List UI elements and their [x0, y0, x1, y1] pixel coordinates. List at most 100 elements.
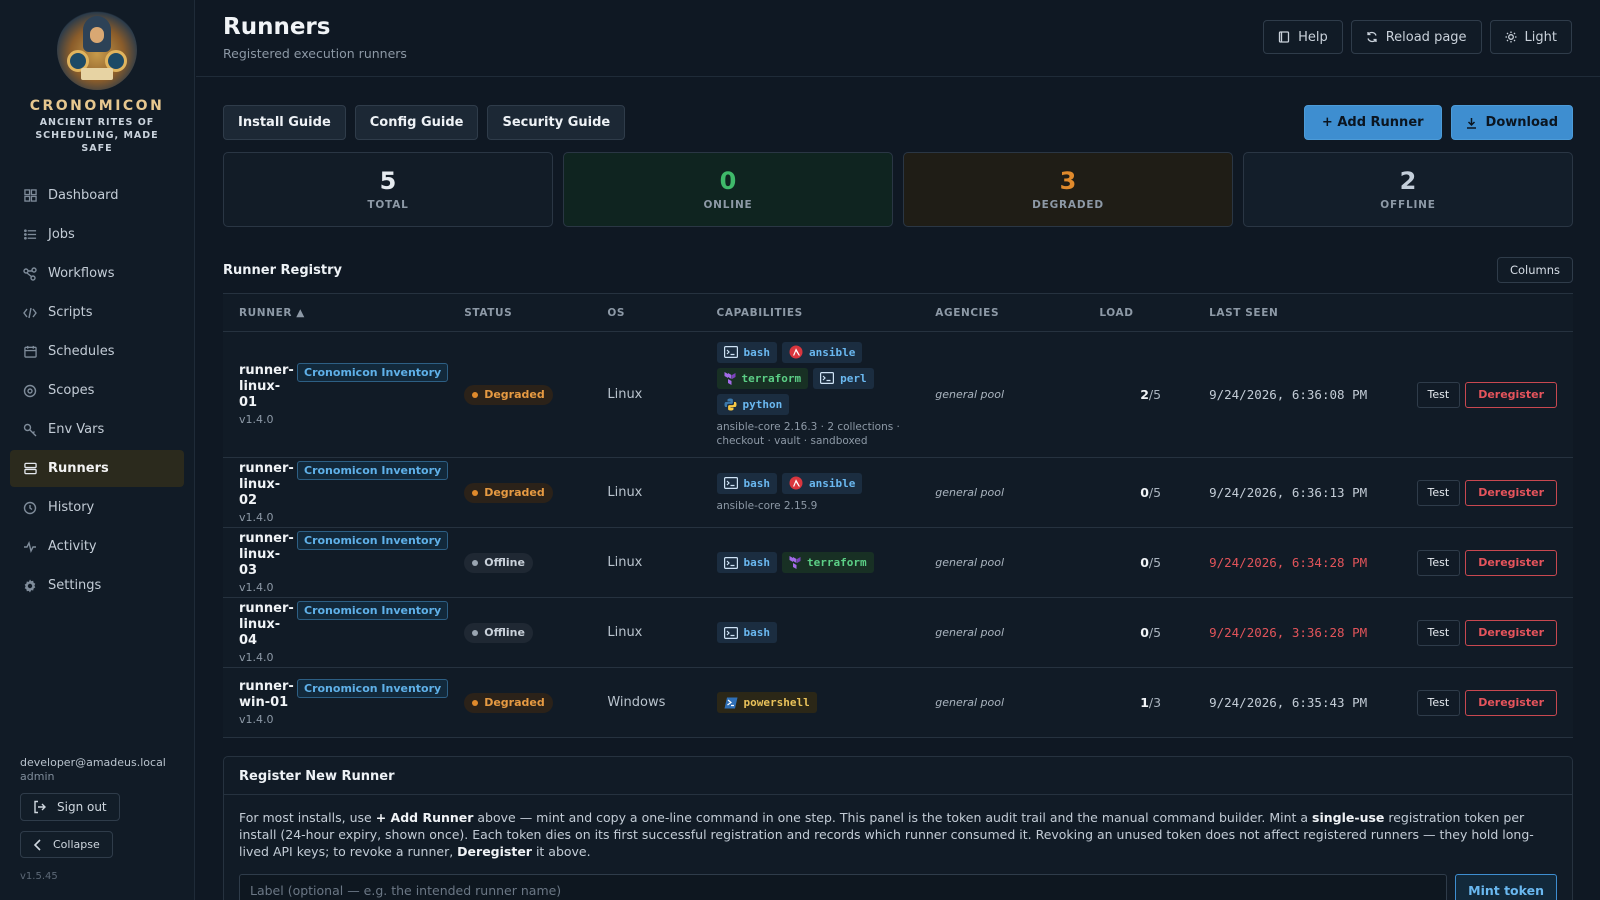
- deregister-button[interactable]: Deregister: [1465, 549, 1557, 576]
- test-button[interactable]: Test: [1416, 619, 1461, 646]
- deregister-button[interactable]: Deregister: [1465, 619, 1557, 646]
- user-role: admin: [20, 770, 55, 783]
- capability-bash: bash: [716, 472, 778, 494]
- col-last-seen[interactable]: LAST SEEN: [1193, 293, 1401, 332]
- sidebar-item-label: History: [48, 500, 95, 515]
- help-button[interactable]: Help: [1263, 20, 1343, 54]
- actions-cell: Test Deregister: [1400, 331, 1573, 458]
- capability-note: ansible-core 2.15.9: [716, 499, 818, 512]
- download-button[interactable]: Download: [1450, 105, 1573, 140]
- bash-icon: [723, 556, 738, 569]
- sign-out-button[interactable]: Sign out: [20, 793, 120, 821]
- status-cell: Offline: [448, 527, 592, 598]
- load-cell: 0/5: [1083, 597, 1194, 668]
- runner-os: Windows: [607, 695, 666, 710]
- security-guide-button[interactable]: Security Guide: [487, 105, 626, 140]
- sidebar-item-label: Settings: [48, 578, 102, 593]
- capability-note: ansible-core 2.16.3 · 2 collections · ch…: [716, 420, 900, 447]
- stat-online-value: 0: [719, 167, 737, 195]
- sidebar-item-schedules[interactable]: Schedules: [10, 333, 184, 370]
- runner-name[interactable]: runner-linux-04: [239, 601, 297, 649]
- token-label-input[interactable]: [239, 874, 1448, 900]
- sidebar-item-scripts[interactable]: Scripts: [10, 294, 184, 331]
- inventory-badge[interactable]: Cronomicon Inventory: [297, 601, 449, 620]
- capabilities-cell: powershell: [700, 667, 920, 738]
- col-capabilities[interactable]: CAPABILITIES: [700, 293, 920, 332]
- sidebar-item-activity[interactable]: Activity: [10, 528, 184, 565]
- register-description: For most installs, use + Add Runner abov…: [239, 810, 1534, 859]
- status-cell: Degraded: [448, 457, 592, 528]
- last-seen-cell: 9/24/2026, 6:36:08 PM: [1193, 331, 1401, 458]
- collapse-label: Collapse: [53, 838, 100, 851]
- ansible-icon: [789, 345, 803, 359]
- runner-version: v1.4.0: [239, 651, 274, 664]
- agencies-cell: general pool: [919, 331, 1084, 458]
- agencies-cell: general pool: [919, 527, 1084, 598]
- sidebar-item-env-vars[interactable]: Env Vars: [10, 411, 184, 448]
- test-button[interactable]: Test: [1416, 381, 1461, 408]
- runner-version: v1.4.0: [239, 713, 274, 726]
- stat-offline-value: 2: [1399, 167, 1417, 195]
- runner-name[interactable]: runner-linux-02: [239, 461, 297, 509]
- sign-out-icon: [33, 800, 47, 814]
- runner-name[interactable]: runner-win-01: [239, 679, 297, 711]
- install-guide-button[interactable]: Install Guide: [223, 105, 346, 140]
- stat-online-label: ONLINE: [703, 199, 753, 211]
- sidebar-item-label: Env Vars: [48, 422, 105, 437]
- capability-terraform: terraform: [782, 552, 874, 573]
- sidebar-item-dashboard[interactable]: Dashboard: [10, 177, 184, 214]
- sidebar-item-label: Activity: [48, 539, 97, 554]
- status-cell: Offline: [448, 597, 592, 668]
- col-agencies[interactable]: AGENCIES: [919, 293, 1084, 332]
- deregister-button[interactable]: Deregister: [1465, 381, 1557, 408]
- agency-label: general pool: [935, 556, 1005, 569]
- sidebar-item-jobs[interactable]: Jobs: [10, 216, 184, 253]
- sidebar-item-label: Schedules: [48, 344, 115, 359]
- inventory-badge[interactable]: Cronomicon Inventory: [297, 679, 449, 698]
- reload-page-button[interactable]: Reload page: [1350, 20, 1482, 54]
- last-seen-time: 9/24/2026, 3:36:28 PM: [1209, 624, 1368, 640]
- add-runner-button[interactable]: + Add Runner: [1303, 105, 1442, 140]
- col-status[interactable]: STATUS: [448, 293, 592, 332]
- download-icon: [1466, 117, 1477, 129]
- table-row: runner-linux-03 v1.4.0 Cronomicon Invent…: [223, 527, 1573, 598]
- col-runner[interactable]: RUNNER ▲: [223, 293, 449, 332]
- runner-load: 0/5: [1140, 554, 1162, 570]
- mint-token-button[interactable]: Mint token: [1455, 874, 1557, 900]
- actions-cell: Test Deregister: [1400, 457, 1573, 528]
- inventory-badge[interactable]: Cronomicon Inventory: [297, 363, 449, 382]
- sidebar-item-runners[interactable]: Runners: [10, 450, 184, 487]
- toolbar: Install Guide Config Guide Security Guid…: [223, 105, 1573, 140]
- pulse-icon: [23, 540, 37, 554]
- columns-button[interactable]: Columns: [1496, 257, 1573, 283]
- inventory-badge[interactable]: Cronomicon Inventory: [297, 531, 449, 550]
- col-os[interactable]: OS: [591, 293, 701, 332]
- agencies-cell: general pool: [919, 457, 1084, 528]
- test-button[interactable]: Test: [1416, 549, 1461, 576]
- sidebar-item-settings[interactable]: Settings: [10, 567, 184, 604]
- powershell-icon: [724, 697, 738, 709]
- last-seen-cell: 9/24/2026, 6:34:28 PM: [1193, 527, 1401, 598]
- bash-icon: [723, 626, 738, 639]
- load-cell: 2/5: [1083, 331, 1194, 458]
- sign-out-label: Sign out: [57, 800, 107, 814]
- collapse-button[interactable]: Collapse: [20, 831, 113, 858]
- inventory-badge[interactable]: Cronomicon Inventory: [297, 461, 449, 480]
- runner-name[interactable]: runner-linux-01: [239, 363, 297, 411]
- runner-name[interactable]: runner-linux-03: [239, 531, 297, 579]
- sidebar-item-history[interactable]: History: [10, 489, 184, 526]
- deregister-button[interactable]: Deregister: [1465, 689, 1557, 716]
- col-load[interactable]: LOAD: [1083, 293, 1194, 332]
- sidebar-item-workflows[interactable]: Workflows: [10, 255, 184, 292]
- deregister-button[interactable]: Deregister: [1465, 479, 1557, 506]
- theme-label: Light: [1524, 29, 1557, 45]
- theme-toggle-button[interactable]: Light: [1489, 20, 1572, 54]
- test-button[interactable]: Test: [1416, 689, 1461, 716]
- config-guide-button[interactable]: Config Guide: [354, 105, 479, 140]
- table-row: runner-linux-04 v1.4.0 Cronomicon Invent…: [223, 597, 1573, 668]
- sidebar-item-label: Scopes: [48, 383, 95, 398]
- sun-icon: [1505, 31, 1517, 43]
- test-button[interactable]: Test: [1416, 479, 1461, 506]
- sidebar-item-scopes[interactable]: Scopes: [10, 372, 184, 409]
- terraform-icon: [724, 371, 736, 385]
